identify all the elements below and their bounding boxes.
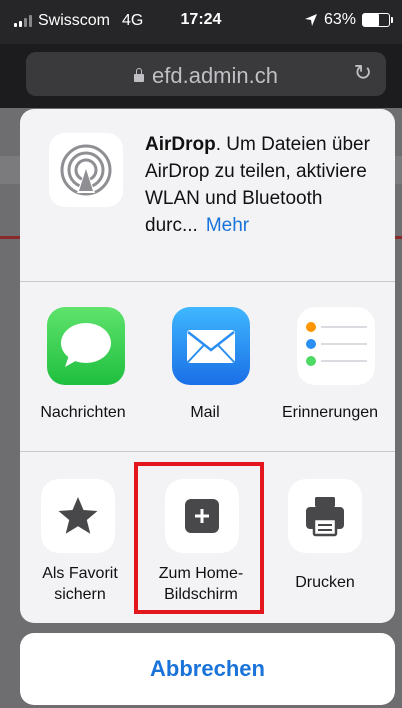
- share-app-label: Nachrichten: [40, 404, 126, 421]
- action-label: Drucken: [295, 574, 355, 591]
- action-label: Als Favorit sichern: [42, 565, 118, 603]
- airdrop-title: AirDrop: [145, 134, 216, 155]
- location-arrow-icon: [304, 14, 317, 26]
- messages-icon: [47, 307, 125, 385]
- share-app-label: Mail: [190, 404, 220, 421]
- share-apps-row: Nachrichten Mail Erinnerungen: [20, 281, 395, 451]
- more-link[interactable]: Mehr: [206, 215, 249, 236]
- airdrop-icon: [49, 133, 123, 207]
- mail-icon: [172, 307, 250, 385]
- airdrop-description: AirDrop. Um Dateien über AirDrop zu teil…: [145, 131, 385, 239]
- reload-icon[interactable]: ↻: [354, 60, 372, 86]
- cancel-button[interactable]: Abbrechen: [20, 633, 395, 705]
- share-app-label: Erinnerungen: [281, 404, 379, 421]
- status-right: 63%: [304, 11, 393, 29]
- lock-icon: [134, 68, 145, 82]
- highlight-frame: [134, 462, 264, 614]
- reminders-icon: [297, 307, 375, 385]
- address-bar[interactable]: efd.admin.ch ↻: [26, 52, 386, 96]
- share-app-reminders[interactable]: Erinnerungen: [275, 281, 385, 451]
- action-add-favorite[interactable]: Als Favorit sichern: [28, 451, 138, 623]
- url-text: efd.admin.ch: [152, 63, 278, 88]
- airdrop-section[interactable]: AirDrop. Um Dateien über AirDrop zu teil…: [20, 109, 395, 281]
- status-bar: Swisscom 4G 17:24 63%: [0, 0, 402, 44]
- battery-percent: 63%: [323, 11, 356, 28]
- share-app-messages[interactable]: Nachrichten: [28, 281, 138, 451]
- printer-icon: [288, 479, 362, 553]
- battery-icon: [362, 13, 393, 27]
- star-icon: [41, 479, 115, 553]
- share-app-mail[interactable]: Mail: [150, 281, 260, 451]
- action-print[interactable]: Drucken: [270, 451, 380, 623]
